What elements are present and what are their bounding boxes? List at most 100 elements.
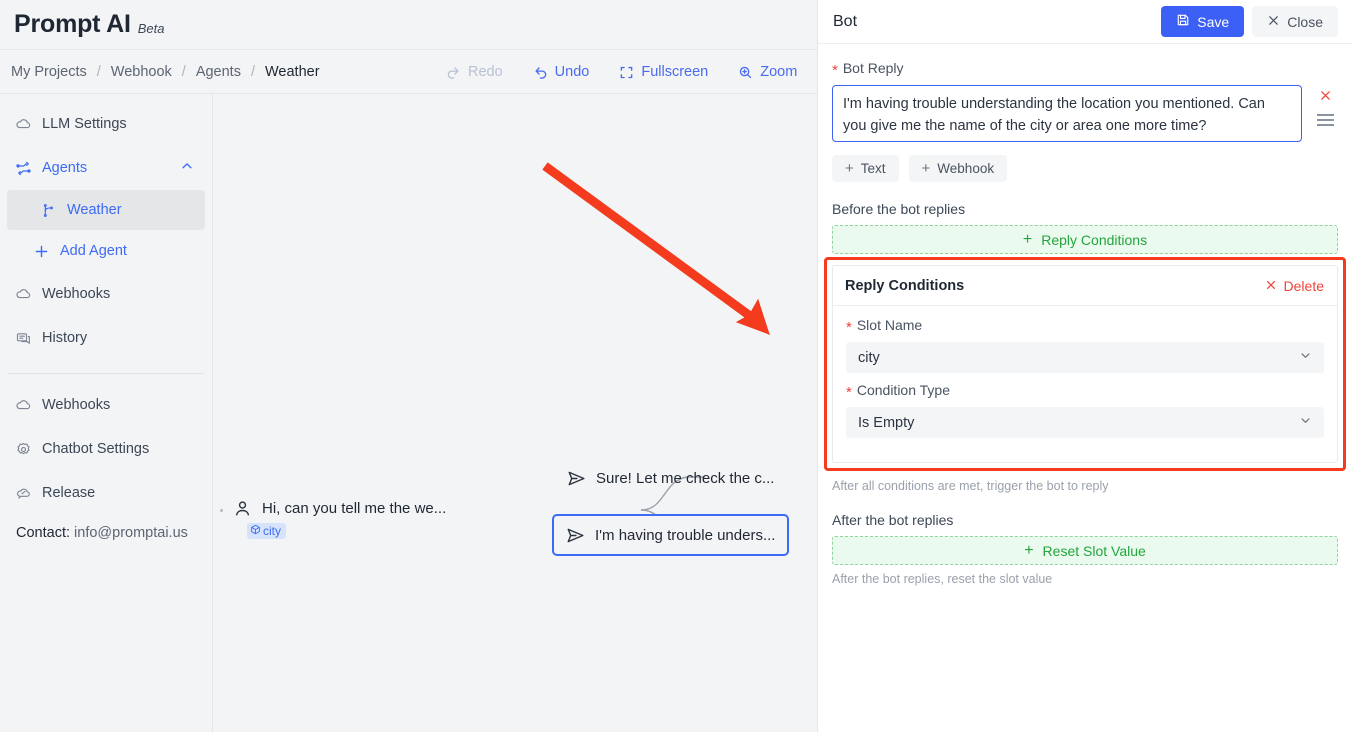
- delete-condition-button[interactable]: Delete: [1265, 278, 1324, 294]
- add-reply-conditions-button[interactable]: + Reply Conditions: [832, 225, 1338, 254]
- send-icon: [564, 524, 586, 546]
- undo-icon: [533, 65, 548, 80]
- fullscreen-button[interactable]: Fullscreen: [619, 64, 708, 80]
- drag-handle-icon[interactable]: [1316, 114, 1334, 126]
- brand-bar: Prompt AI Beta: [0, 0, 817, 50]
- sidebar-item-release[interactable]: Release: [0, 471, 212, 515]
- reply-conditions-card-wrapper: Reply Conditions Delete * Slot Name city…: [824, 257, 1346, 471]
- sidebar-item-history[interactable]: History: [0, 316, 212, 360]
- user-icon: [231, 497, 253, 519]
- sidebar-item-chatbot-settings[interactable]: Chatbot Settings: [0, 427, 212, 471]
- after-bot-replies-label: After the bot replies: [832, 512, 954, 528]
- canvas-toolbar: Redo Undo Fullscreen Zoom: [446, 50, 797, 94]
- workspace: LLM Settings Agents Weather Add Agent We…: [0, 94, 817, 732]
- slot-name-label-text: Slot Name: [856, 317, 923, 333]
- plus-icon: +: [845, 160, 854, 177]
- chat-icon: [14, 329, 32, 347]
- remove-reply-icon[interactable]: [1319, 89, 1332, 105]
- plus-icon: +: [1024, 541, 1034, 559]
- sidebar-item-weather[interactable]: Weather: [7, 190, 205, 230]
- fullscreen-icon: [619, 65, 634, 80]
- save-icon: [1176, 13, 1190, 30]
- sidebar-item-label: History: [42, 330, 88, 346]
- sidebar-item-llm-settings[interactable]: LLM Settings: [0, 102, 212, 146]
- sidebar-add-agent-button[interactable]: Add Agent: [0, 230, 212, 272]
- undo-label: Undo: [554, 64, 590, 80]
- conditions-hint: After all conditions are met, trigger th…: [832, 479, 1109, 493]
- cloud-icon: [14, 396, 32, 414]
- bot-reply-input[interactable]: [832, 85, 1302, 142]
- sidebar-divider: [8, 373, 204, 374]
- flow-node-user-message[interactable]: Hi, can you tell me the we... city: [231, 497, 446, 539]
- breadcrumb-separator: /: [96, 63, 101, 80]
- plus-icon: [32, 242, 50, 260]
- zoom-button[interactable]: Zoom: [738, 64, 797, 80]
- contact-prefix: Contact:: [16, 525, 70, 541]
- add-text-label: Text: [860, 161, 886, 176]
- bot-reply-label: * Bot Reply: [832, 60, 1338, 79]
- slot-name-select[interactable]: city: [846, 342, 1324, 373]
- add-reply-buttons: + Text + Webhook: [832, 155, 1338, 182]
- sidebar-item-label: LLM Settings: [42, 116, 127, 132]
- reset-slot-value-label: Reset Slot Value: [1042, 542, 1146, 559]
- fullscreen-label: Fullscreen: [641, 64, 709, 80]
- add-webhook-button[interactable]: + Webhook: [908, 155, 1008, 182]
- sidebar-item-label: Webhooks: [42, 397, 111, 413]
- breadcrumb-item-agents[interactable]: Agents: [196, 64, 241, 80]
- zoom-label: Zoom: [760, 64, 798, 80]
- flow-node-bot-reply-2[interactable]: I'm having trouble unders...: [552, 514, 790, 556]
- close-button[interactable]: Close: [1252, 6, 1338, 37]
- branch-icon: [39, 201, 57, 219]
- redo-icon: [446, 65, 461, 80]
- contact-email[interactable]: info@promptai.us: [74, 525, 188, 541]
- breadcrumb-separator: /: [181, 63, 186, 80]
- sidebar-item-agents[interactable]: Agents: [0, 146, 212, 190]
- zoom-in-icon: [738, 65, 753, 80]
- brand-beta-badge: Beta: [137, 21, 165, 36]
- slot-tag-city[interactable]: city: [247, 523, 286, 539]
- breadcrumb: My Projects / Webhook / Agents / Weather: [11, 64, 320, 80]
- sidebar-item-label: Chatbot Settings: [42, 441, 150, 457]
- sidebar-item-webhooks-agent[interactable]: Webhooks: [0, 272, 212, 316]
- required-asterisk: *: [832, 61, 838, 79]
- close-icon: [1267, 14, 1280, 30]
- chevron-down-icon: [1299, 349, 1312, 366]
- redo-button[interactable]: Redo: [446, 64, 503, 80]
- close-icon: [1265, 278, 1277, 294]
- reply-conditions-card: Reply Conditions Delete * Slot Name city…: [832, 265, 1338, 463]
- contact-info: Contact: info@promptai.us: [0, 525, 212, 541]
- chevron-up-icon[interactable]: [180, 159, 194, 177]
- flow-canvas[interactable]: Hi, can you tell me the we... city Sure!…: [213, 94, 817, 732]
- flow-node-text: I'm having trouble unders...: [595, 526, 776, 544]
- plus-icon: +: [1022, 230, 1033, 248]
- sidebar-item-label: Release: [42, 485, 96, 501]
- sidebar-item-label: Weather: [67, 202, 122, 218]
- reset-slot-hint: After the bot replies, reset the slot va…: [832, 572, 1053, 586]
- flow-node-bot-reply-1[interactable]: Sure! Let me check the c...: [565, 467, 774, 489]
- reset-slot-value-button[interactable]: + Reset Slot Value: [832, 536, 1338, 565]
- panel-title: Bot: [833, 12, 858, 30]
- condition-type-label: * Condition Type: [846, 382, 1324, 400]
- flow-node-text: Sure! Let me check the c...: [596, 469, 775, 487]
- breadcrumb-item-my-projects[interactable]: My Projects: [11, 64, 87, 80]
- condition-type-value: Is Empty: [858, 414, 915, 431]
- reply-conditions-card-header: Reply Conditions Delete: [833, 266, 1337, 306]
- rocket-cloud-icon: [14, 484, 32, 502]
- delete-label: Delete: [1283, 277, 1324, 294]
- slot-name-value: city: [858, 349, 880, 366]
- undo-button[interactable]: Undo: [533, 64, 590, 80]
- sidebar-item-webhooks[interactable]: Webhooks: [0, 383, 212, 427]
- reply-conditions-card-body: * Slot Name city * Condition Type Is Emp…: [833, 306, 1337, 462]
- brand-title: Prompt AI: [14, 10, 131, 38]
- slot-tag-label: city: [263, 524, 281, 538]
- bot-reply-label-text: Bot Reply: [842, 60, 904, 76]
- condition-type-select[interactable]: Is Empty: [846, 407, 1324, 438]
- cube-icon: [250, 524, 261, 538]
- breadcrumb-item-webhook[interactable]: Webhook: [111, 64, 172, 80]
- breadcrumb-item-weather[interactable]: Weather: [265, 64, 320, 80]
- bot-reply-row: [832, 85, 1338, 142]
- sidebar-item-label: Add Agent: [60, 243, 127, 259]
- sidebar-item-label: Webhooks: [42, 286, 111, 302]
- add-text-button[interactable]: + Text: [832, 155, 899, 182]
- save-button[interactable]: Save: [1161, 6, 1245, 37]
